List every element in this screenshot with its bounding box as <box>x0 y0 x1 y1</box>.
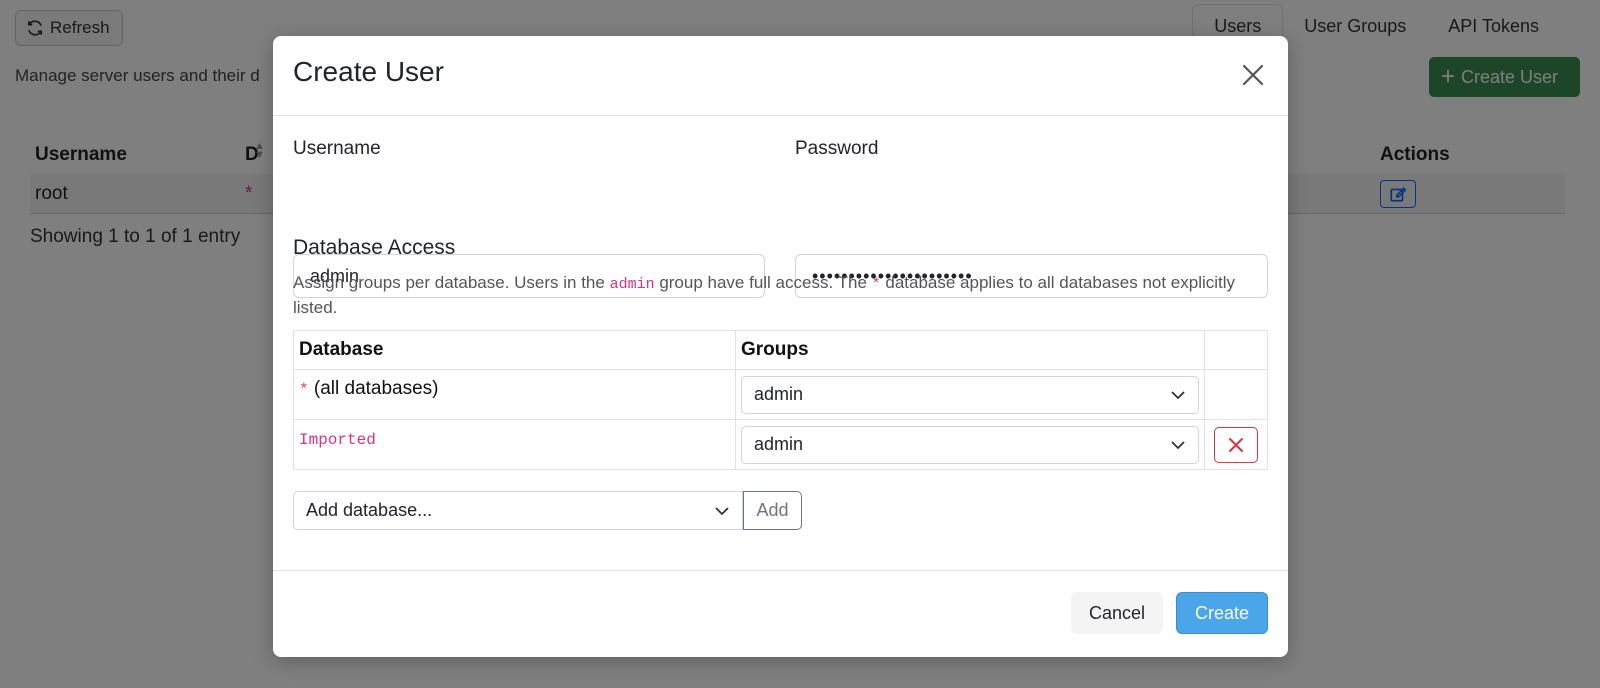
chevron-down-icon <box>1171 390 1185 399</box>
create-button[interactable]: Create <box>1176 592 1268 634</box>
password-label: Password <box>795 138 879 159</box>
column-header-remove <box>1204 330 1268 370</box>
database-access-table: Database Groups * (all databases) admin <box>293 330 1268 470</box>
close-icon <box>1242 64 1264 86</box>
database-access-help: Assign groups per database. Users in the… <box>293 271 1253 319</box>
groups-cell: admin <box>735 369 1205 420</box>
cancel-button[interactable]: Cancel <box>1071 592 1163 634</box>
database-code: * <box>299 381 309 399</box>
chevron-down-icon <box>715 506 729 515</box>
database-label: (all databases) <box>308 378 439 399</box>
groups-select-value: admin <box>754 384 804 404</box>
modal-body: Username Password Database Access Assign… <box>273 116 1288 571</box>
groups-cell: admin <box>735 419 1205 470</box>
modal-footer: Cancel Create <box>273 571 1288 655</box>
remove-database-button[interactable] <box>1214 426 1258 463</box>
database-cell: Imported <box>293 419 736 470</box>
modal-header: Create User <box>273 36 1288 116</box>
database-code: Imported <box>299 431 376 449</box>
help-code-admin: admin <box>609 276 655 293</box>
column-header-database: Database <box>293 330 736 370</box>
add-database-placeholder: Add database... <box>306 500 433 520</box>
close-button[interactable] <box>1238 60 1268 90</box>
help-text-1: Assign groups per database. Users in the <box>293 273 610 292</box>
remove-cell <box>1204 369 1268 420</box>
remove-cell <box>1204 419 1268 470</box>
groups-select[interactable]: admin <box>741 375 1199 414</box>
username-label: Username <box>293 138 381 159</box>
access-table-header: Database Groups <box>293 330 1268 370</box>
close-icon <box>1229 437 1243 452</box>
chevron-down-icon <box>1171 440 1185 449</box>
modal-title: Create User <box>293 56 444 87</box>
add-database-row: Add database... Add <box>293 491 802 530</box>
groups-select[interactable]: admin <box>741 425 1199 464</box>
database-cell: * (all databases) <box>293 369 736 420</box>
create-user-modal: Create User Username Password Database A… <box>273 36 1288 657</box>
groups-select-value: admin <box>754 434 804 454</box>
add-database-select[interactable]: Add database... <box>293 491 743 530</box>
table-row: * (all databases) admin <box>293 369 1268 420</box>
help-text-2: group have full access. The <box>654 273 872 292</box>
database-access-title: Database Access <box>293 236 456 259</box>
table-row: Imported admin <box>293 419 1268 470</box>
help-code-star: * <box>871 276 881 293</box>
column-header-groups: Groups <box>735 330 1205 370</box>
add-database-button[interactable]: Add <box>743 491 802 530</box>
